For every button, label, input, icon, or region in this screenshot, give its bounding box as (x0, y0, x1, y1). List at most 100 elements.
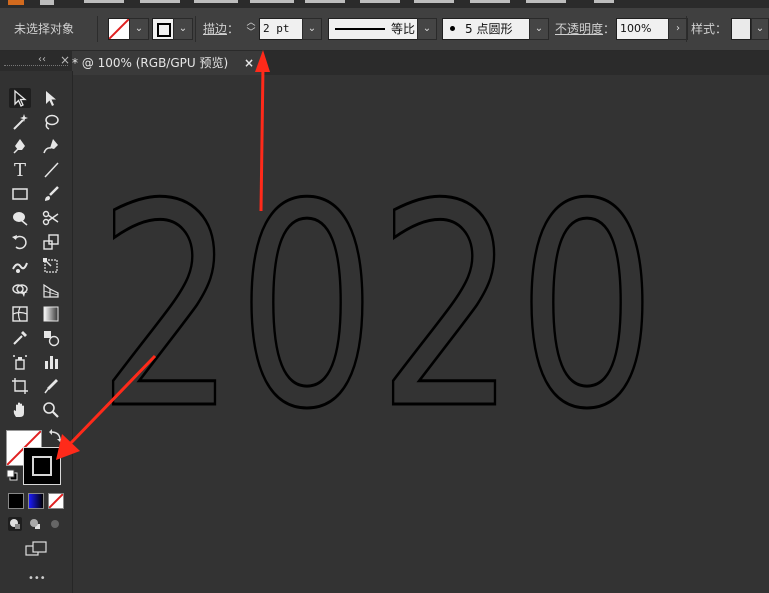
gradient-icon (43, 306, 59, 322)
draw-normal-icon[interactable] (8, 517, 22, 531)
scissors-icon (42, 210, 59, 226)
menu-item[interactable] (250, 0, 294, 3)
stroke-square-icon (157, 23, 171, 37)
stroke-label[interactable]: 描边： (203, 18, 239, 40)
menu-item[interactable] (414, 0, 454, 3)
style-label: 样式： (691, 22, 728, 36)
gradient-tool[interactable] (40, 304, 62, 324)
pen-tool[interactable] (9, 136, 31, 156)
opacity-expand-button[interactable]: › (668, 18, 688, 40)
artwork-2020-outlined-text[interactable]: 2020 (87, 142, 667, 473)
annotation-arrow-down-left (56, 354, 157, 460)
mesh-tool[interactable] (9, 304, 31, 324)
profile-dropdown[interactable]: ⌄ (417, 18, 437, 40)
divider (195, 16, 196, 42)
profile-label: 等比 (391, 22, 416, 36)
magic-wand-tool[interactable] (9, 112, 31, 132)
fill-dropdown[interactable]: ⌄ (129, 18, 149, 40)
toolbar-header: ‹‹ × (0, 51, 72, 71)
pen-icon (13, 139, 25, 154)
chevron-down-icon[interactable]: ﹀ (244, 28, 258, 38)
shape-builder-icon (12, 284, 28, 297)
style-dropdown[interactable]: ⌄ (751, 18, 769, 40)
color-mode-button[interactable] (8, 493, 24, 509)
free-transform-tool[interactable] (40, 256, 62, 276)
rotate-tool[interactable] (9, 232, 31, 252)
stroke-color-swatch[interactable] (152, 18, 174, 40)
menu-item[interactable] (305, 0, 345, 3)
opacity-input[interactable]: 100% (616, 18, 669, 40)
annotation-arrow-up (255, 50, 270, 212)
eyedropper-tool[interactable] (9, 328, 31, 348)
stroke-weight-stepper[interactable]: ︿ ﹀ (244, 18, 258, 40)
scale-tool[interactable] (40, 232, 62, 252)
collapse-icon[interactable]: ‹‹ (38, 54, 46, 65)
gradient-mode-button[interactable] (28, 493, 44, 509)
symbol-sprayer-tool[interactable] (9, 352, 31, 372)
shape-builder-tool[interactable] (9, 280, 31, 300)
stroke-indicator (32, 456, 52, 476)
direct-selection-icon (46, 91, 56, 106)
stroke-dropdown[interactable]: ⌄ (173, 18, 193, 40)
menu-item[interactable] (470, 0, 510, 3)
stroke-weight-dropdown[interactable]: ⌄ (302, 18, 322, 40)
menu-item[interactable] (360, 0, 400, 3)
type-tool[interactable]: T (9, 160, 31, 181)
draw-inside-icon[interactable] (48, 517, 62, 531)
grip-handle[interactable] (4, 65, 68, 68)
divider (97, 16, 98, 42)
artboard-tool[interactable] (9, 376, 31, 396)
brush-definition[interactable]: 5 点圆形 (442, 18, 530, 40)
curvature-tool[interactable] (40, 136, 62, 156)
shaper-tool[interactable] (9, 208, 31, 228)
document-tab[interactable]: * @ 100% (RGB/GPU 预览) × (72, 51, 262, 75)
scissors-tool[interactable] (40, 208, 62, 228)
screen-mode-icon[interactable] (25, 541, 47, 557)
brush-label: 5 点圆形 (465, 22, 513, 36)
curvature-pen-icon (43, 139, 58, 154)
blend-icon (44, 331, 60, 347)
free-transform-icon (43, 258, 58, 273)
artwork-text: 2020 (97, 145, 657, 442)
blend-tool[interactable] (40, 328, 62, 348)
rectangle-icon (12, 188, 28, 200)
divider (686, 16, 687, 42)
round-dot-icon (450, 26, 455, 31)
none-mode-button[interactable] (48, 493, 64, 509)
brush-dropdown[interactable]: ⌄ (529, 18, 549, 40)
workspace-icon[interactable] (40, 0, 54, 5)
menu-item[interactable] (594, 0, 614, 3)
rectangle-tool[interactable] (9, 184, 31, 204)
graphic-style-swatch[interactable] (731, 18, 751, 40)
perspective-grid-icon (43, 283, 59, 298)
hand-icon (13, 402, 24, 417)
artboard-icon (12, 378, 28, 394)
more-tools-icon[interactable]: ••• (28, 573, 46, 584)
perspective-grid-tool[interactable] (40, 280, 62, 300)
stroke-weight-input[interactable]: 2 pt (259, 18, 306, 40)
direct-selection-tool[interactable] (40, 88, 62, 108)
symbol-sprayer-icon (13, 355, 27, 370)
variable-width-profile[interactable]: 等比 (328, 18, 418, 40)
menu-item[interactable] (140, 0, 180, 3)
menu-item[interactable] (526, 0, 566, 3)
opacity-label[interactable]: 不透明度： (555, 18, 615, 40)
eyedropper-icon (13, 331, 27, 345)
app-logo (8, 0, 24, 5)
hand-tool[interactable] (9, 400, 31, 420)
chevron-up-icon[interactable]: ︿ (244, 18, 258, 28)
rotate-icon (12, 235, 27, 250)
control-bar: 未选择对象 ⌄ ⌄ 描边： ︿ ﹀ 2 pt ⌄ 等比 ⌄ 5 点圆形 ⌄ 不透… (0, 8, 769, 51)
line-segment-tool[interactable] (40, 160, 62, 180)
menu-item[interactable] (84, 0, 124, 3)
lasso-tool[interactable] (40, 112, 62, 132)
shaper-icon (13, 212, 28, 226)
fill-color-swatch[interactable] (108, 18, 130, 40)
selection-tool[interactable] (9, 88, 31, 108)
draw-behind-icon[interactable] (28, 517, 42, 531)
paintbrush-tool[interactable] (40, 184, 62, 204)
warp-tool[interactable] (9, 256, 31, 276)
none-color-icon (109, 19, 129, 39)
default-fill-stroke-icon[interactable] (6, 469, 18, 481)
menu-item[interactable] (194, 0, 238, 3)
